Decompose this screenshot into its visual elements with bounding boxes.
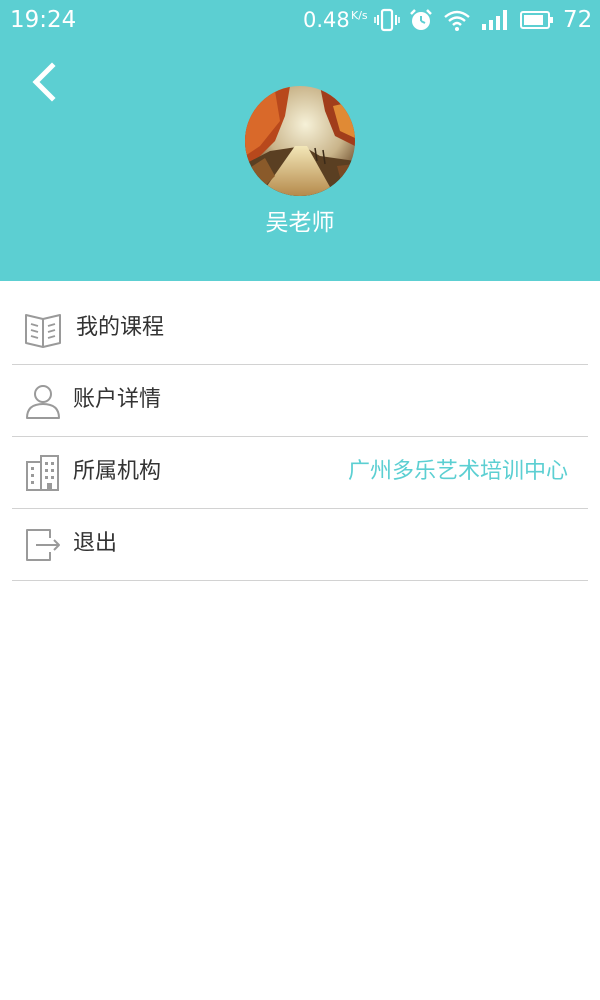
chevron-left-icon <box>32 62 56 102</box>
user-icon <box>24 382 62 420</box>
wifi-icon <box>443 8 471 36</box>
logout-icon <box>24 526 62 564</box>
menu-item-label: 所属机构 <box>73 459 162 484</box>
menu-item-logout[interactable]: 退出 <box>12 509 588 581</box>
network-speed: 0.48 <box>303 8 350 32</box>
book-icon <box>24 310 62 348</box>
avatar[interactable] <box>245 86 355 196</box>
alarm-icon <box>408 8 434 36</box>
avatar-landscape-image <box>245 86 355 196</box>
teacher-name: 吴老师 <box>265 210 335 236</box>
menu-item-label: 我的课程 <box>76 315 165 340</box>
status-time: 19:24 <box>10 7 77 33</box>
menu-item-label: 账户详情 <box>73 387 162 412</box>
profile-menu: 我的课程 账户详情 所属机构 广州多乐艺术培训中心 退出 <box>12 293 588 581</box>
building-icon <box>24 454 62 492</box>
vibrate-icon <box>374 8 400 36</box>
battery-level: 72 <box>563 7 593 33</box>
signal-4g-icon <box>479 6 511 36</box>
battery-icon <box>519 8 555 36</box>
profile-header: 19:24 0.48 K/s 72 吴老师 <box>0 0 600 281</box>
status-bar: 19:24 0.48 K/s 72 <box>0 0 600 40</box>
menu-item-account-details[interactable]: 账户详情 <box>12 365 588 437</box>
network-speed-unit: K/s <box>351 9 368 22</box>
back-button[interactable] <box>26 60 66 104</box>
menu-item-my-courses[interactable]: 我的课程 <box>12 293 588 365</box>
menu-item-organization[interactable]: 所属机构 广州多乐艺术培训中心 <box>12 437 588 509</box>
menu-item-label: 退出 <box>73 531 118 556</box>
organization-name: 广州多乐艺术培训中心 <box>347 459 568 484</box>
